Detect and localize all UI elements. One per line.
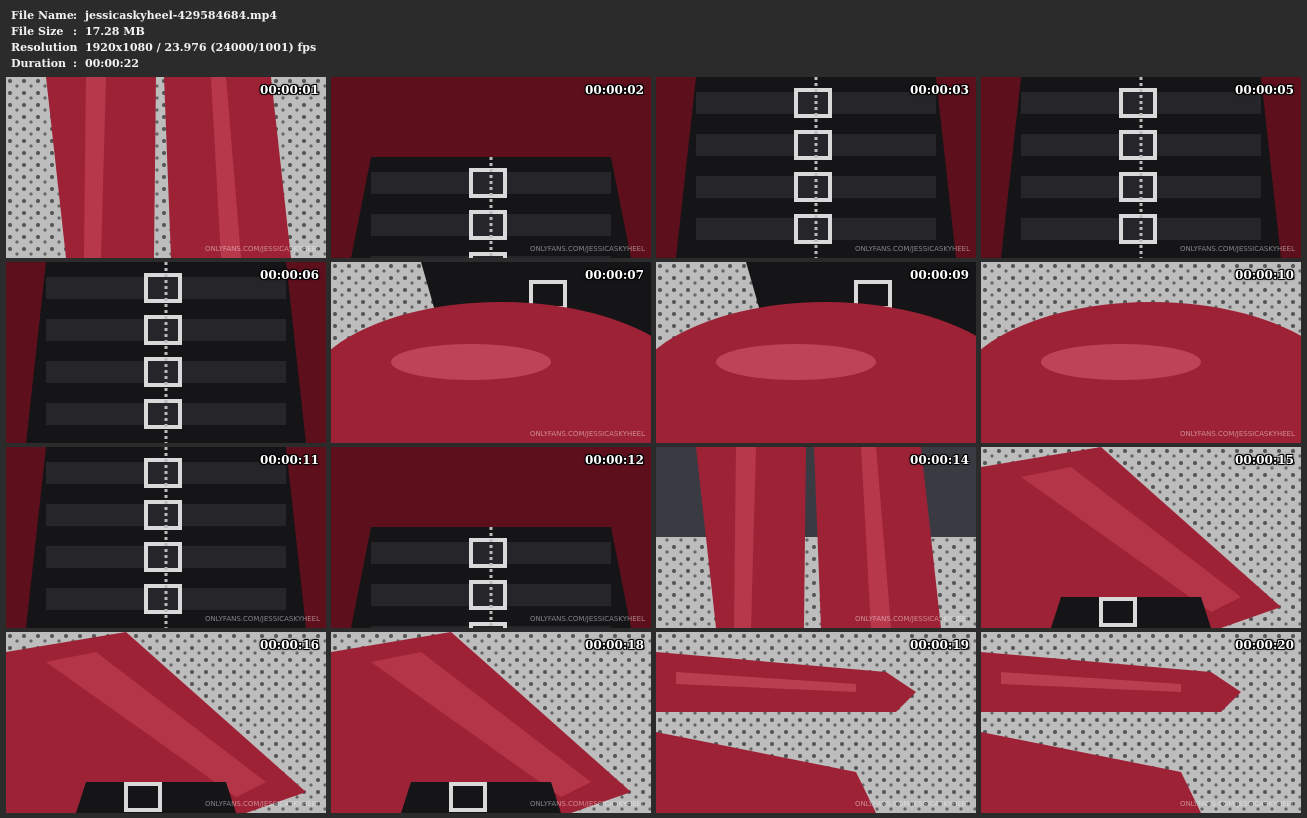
frame-image	[6, 77, 326, 258]
frame-timestamp: 00:00:11	[260, 453, 319, 467]
frame-timestamp: 00:00:05	[1235, 83, 1294, 97]
watermark: ONLYFANS.COM/JESSICASKYHEEL	[529, 615, 645, 623]
frame-timestamp: 00:00:19	[910, 638, 969, 652]
separator: :	[73, 25, 78, 38]
thumbnail-frame[interactable]: 00:00:18 ONLYFANS.COM/JESSICASKYHEEL	[331, 632, 651, 813]
frame-image	[656, 447, 976, 628]
file-name-row: File Name : jessicaskyheel-429584684.mp4	[11, 8, 316, 24]
watermark: ONLYFANS.COM/JESSICASKYHEEL	[1179, 430, 1295, 438]
thumbnail-frame[interactable]: 00:00:10 ONLYFANS.COM/JESSICASKYHEEL	[981, 262, 1301, 443]
thumbnail-frame[interactable]: 00:00:20 ONLYFANS.COM/JESSICASKYHEEL	[981, 632, 1301, 813]
frame-image	[981, 77, 1301, 258]
watermark: ONLYFANS.COM/JESSICASKYHEEL	[854, 245, 970, 253]
thumbnail-frame[interactable]: 00:00:07 ONLYFANS.COM/JESSICASKYHEEL	[331, 262, 651, 443]
frame-image	[981, 447, 1301, 628]
file-name-value: jessicaskyheel-429584684.mp4	[85, 9, 278, 22]
thumbnail-grid: 00:00:01 ONLYFANS.COM/JESSICASKYHEEL 00:00…	[6, 77, 1301, 813]
duration-label: Duration	[11, 57, 67, 70]
frame-image	[656, 632, 976, 813]
frame-image	[981, 262, 1301, 443]
frame-timestamp: 00:00:07	[585, 268, 644, 282]
thumbnail-frame[interactable]: 00:00:15	[981, 447, 1301, 628]
watermark: ONLYFANS.COM/JESSICASKYHEEL	[854, 615, 970, 623]
duration-row: Duration : 00:00:22	[11, 56, 316, 72]
watermark: ONLYFANS.COM/JESSICASKYHEEL	[529, 800, 645, 808]
separator: :	[73, 57, 78, 70]
frame-timestamp: 00:00:12	[585, 453, 644, 467]
frame-image	[981, 632, 1301, 813]
duration-value: 00:00:22	[85, 57, 140, 70]
watermark: ONLYFANS.COM/JESSICASKYHEEL	[204, 615, 320, 623]
thumbnail-frame[interactable]: 00:00:01 ONLYFANS.COM/JESSICASKYHEEL	[6, 77, 326, 258]
frame-timestamp: 00:00:14	[910, 453, 969, 467]
frame-image	[656, 77, 976, 258]
watermark: ONLYFANS.COM/JESSICASKYHEEL	[854, 800, 970, 808]
frame-timestamp: 00:00:01	[260, 83, 319, 97]
file-name-label: File Name	[11, 9, 74, 22]
thumbnail-frame[interactable]: 00:00:12 ONLYFANS.COM/JESSICASKYHEEL	[331, 447, 651, 628]
frame-timestamp: 00:00:02	[585, 83, 644, 97]
frame-image	[6, 262, 326, 443]
file-size-label: File Size	[11, 25, 64, 38]
thumbnail-frame[interactable]: 00:00:05 ONLYFANS.COM/JESSICASKYHEEL	[981, 77, 1301, 258]
file-size-value: 17.28 MB	[85, 25, 145, 38]
watermark: ONLYFANS.COM/JESSICASKYHEEL	[204, 245, 320, 253]
watermark: ONLYFANS.COM/JESSICASKYHEEL	[529, 430, 645, 438]
thumbnail-frame[interactable]: 00:00:09	[656, 262, 976, 443]
frame-image	[6, 447, 326, 628]
thumbnail-frame[interactable]: 00:00:16 ONLYFANS.COM/JESSICASKYHEEL	[6, 632, 326, 813]
frame-image	[331, 447, 651, 628]
frame-timestamp: 00:00:15	[1235, 453, 1294, 467]
frame-timestamp: 00:00:16	[260, 638, 319, 652]
frame-timestamp: 00:00:10	[1235, 268, 1294, 282]
frame-image	[331, 632, 651, 813]
frame-timestamp: 00:00:03	[910, 83, 969, 97]
resolution-value: 1920x1080 / 23.976 (24000/1001) fps	[85, 41, 317, 54]
separator: :	[73, 9, 78, 22]
thumbnail-frame[interactable]: 00:00:02 ONLYFANS.COM/JESSICASKYHEEL	[331, 77, 651, 258]
frame-image	[656, 262, 976, 443]
frame-image	[6, 632, 326, 813]
thumbnail-frame[interactable]: 00:00:06	[6, 262, 326, 443]
frame-image	[331, 262, 651, 443]
frame-image	[331, 77, 651, 258]
thumbnail-frame[interactable]: 00:00:11 ONLYFANS.COM/JESSICASKYHEEL	[6, 447, 326, 628]
frame-timestamp: 00:00:09	[910, 268, 969, 282]
watermark: ONLYFANS.COM/JESSICASKYHEEL	[1179, 800, 1295, 808]
resolution-label: Resolution	[11, 41, 78, 54]
separator: :	[73, 41, 78, 54]
watermark: ONLYFANS.COM/JESSICASKYHEEL	[1179, 245, 1295, 253]
thumbnail-frame[interactable]: 00:00:03 ONLYFANS.COM/JESSICASKYHEEL	[656, 77, 976, 258]
watermark: ONLYFANS.COM/JESSICASKYHEEL	[204, 800, 320, 808]
thumbnail-frame[interactable]: 00:00:14 ONLYFANS.COM/JESSICASKYHEEL	[656, 447, 976, 628]
frame-timestamp: 00:00:18	[585, 638, 644, 652]
resolution-row: Resolution : 1920x1080 / 23.976 (24000/1…	[11, 40, 316, 56]
thumbnail-frame[interactable]: 00:00:19 ONLYFANS.COM/JESSICASKYHEEL	[656, 632, 976, 813]
frame-timestamp: 00:00:06	[260, 268, 319, 282]
watermark: ONLYFANS.COM/JESSICASKYHEEL	[529, 245, 645, 253]
file-info-header: File Name : jessicaskyheel-429584684.mp4…	[11, 8, 316, 72]
frame-timestamp: 00:00:20	[1235, 638, 1294, 652]
file-size-row: File Size : 17.28 MB	[11, 24, 316, 40]
